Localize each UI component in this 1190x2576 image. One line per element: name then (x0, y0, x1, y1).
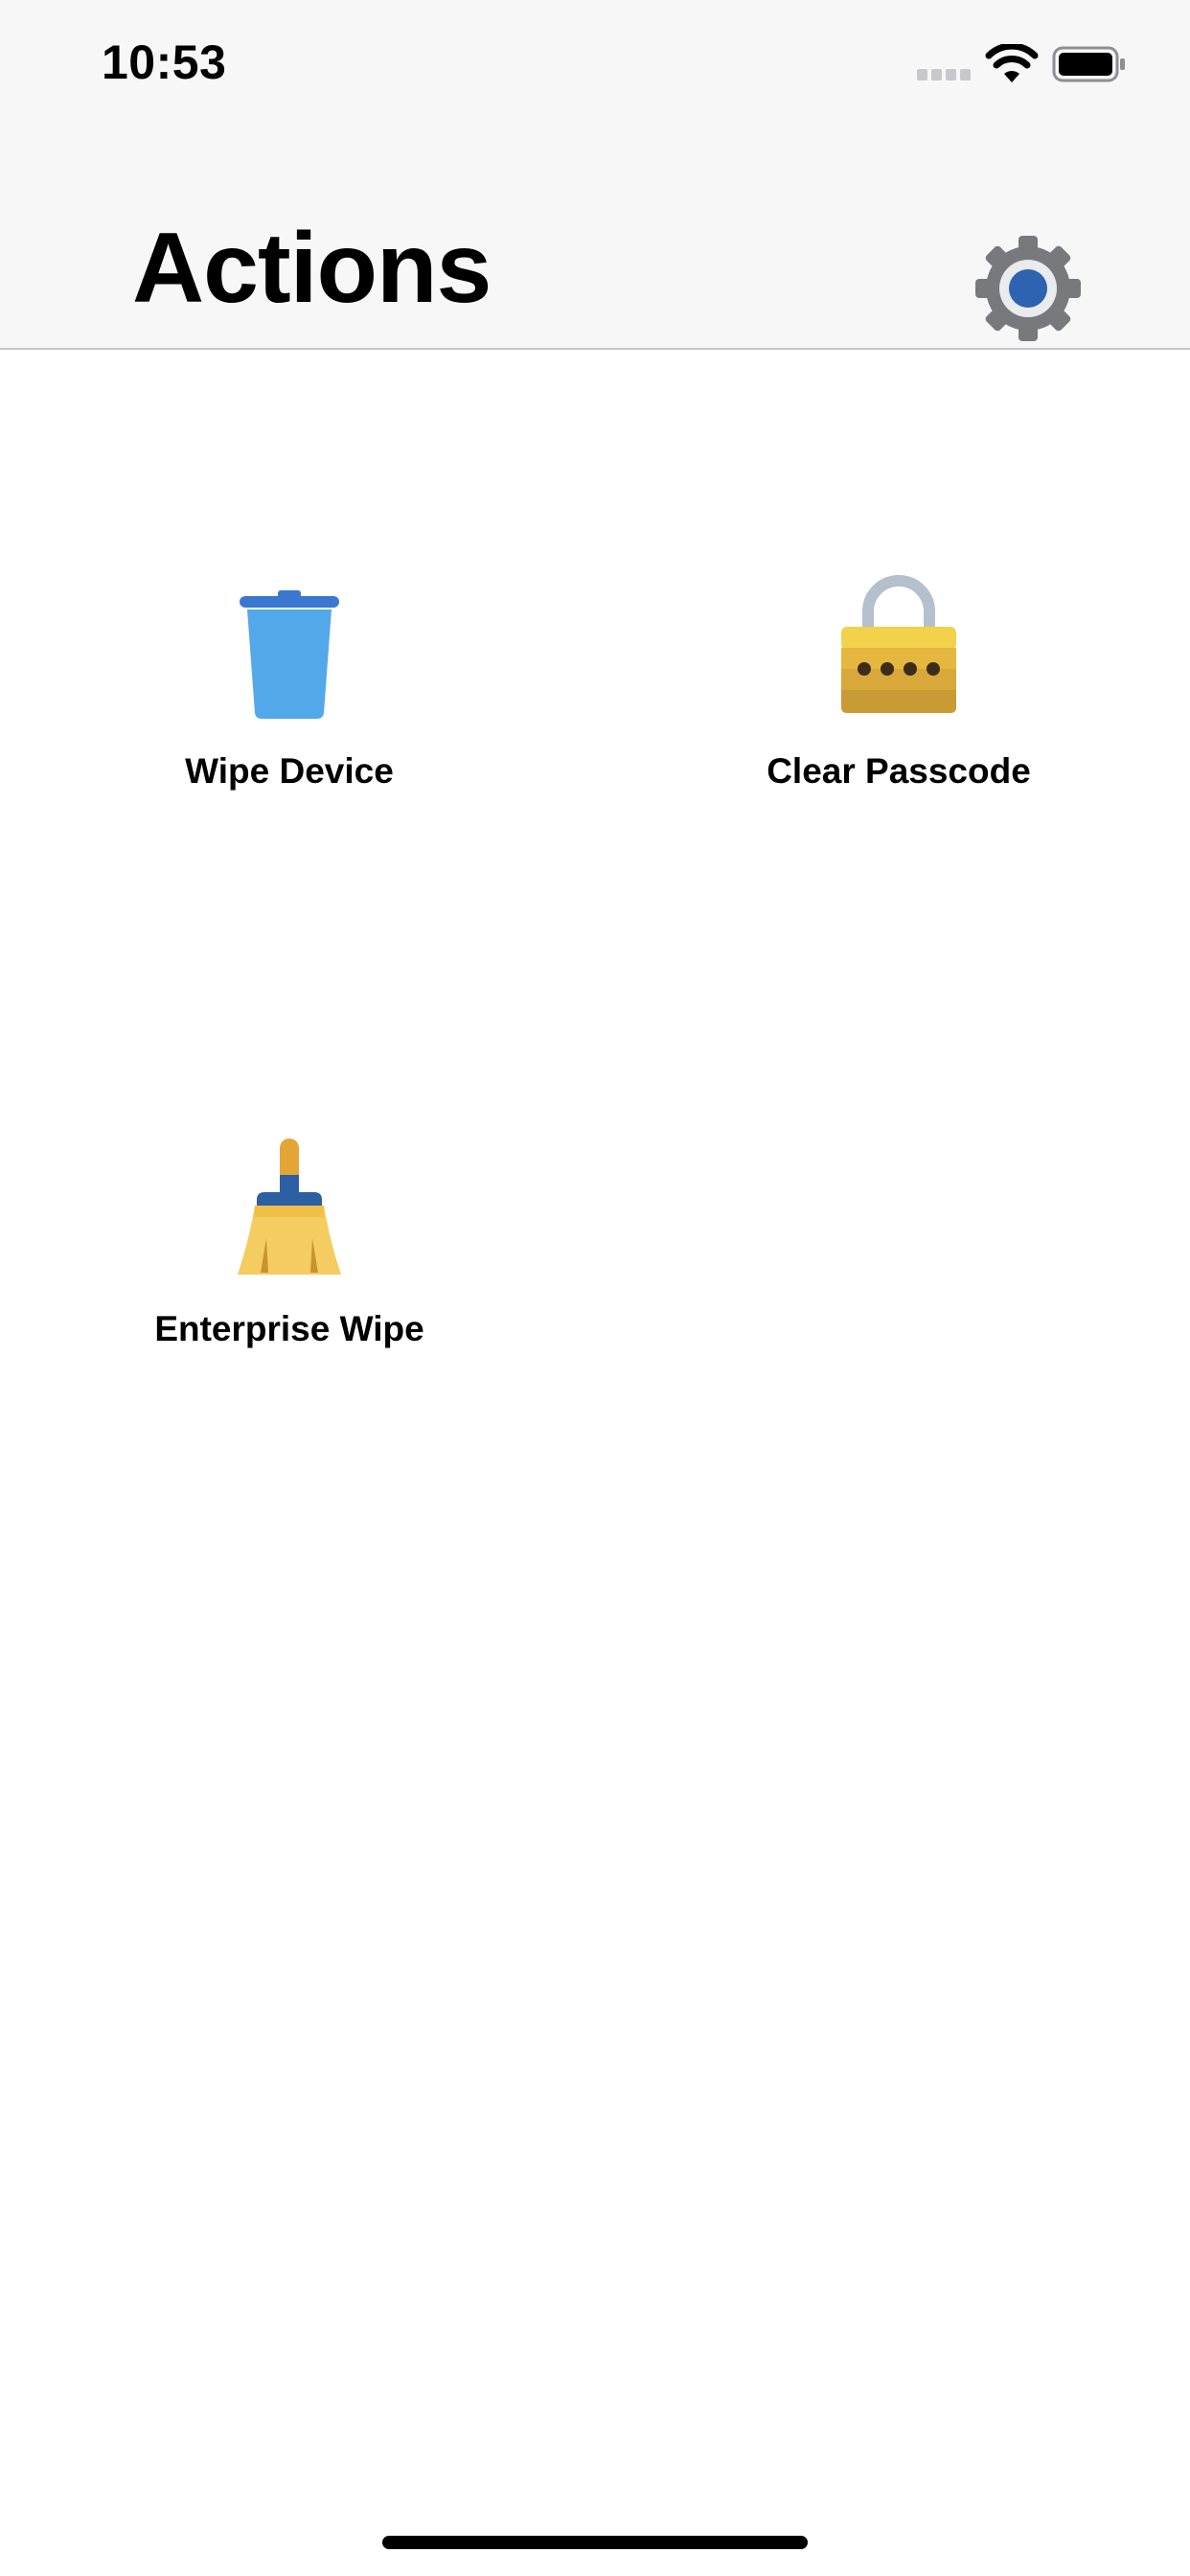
enterprise-wipe-button[interactable]: Enterprise Wipe (88, 1125, 491, 1413)
wipe-device-label: Wipe Device (185, 751, 394, 791)
status-bar-time: 10:53 (102, 35, 227, 89)
cellular-signal-icon (917, 69, 971, 80)
navigation-header: 10:53 Actions (0, 0, 1190, 350)
clear-passcode-button[interactable]: Clear Passcode (698, 567, 1100, 855)
broom-icon (238, 1138, 341, 1275)
trash-can-icon (240, 590, 339, 719)
battery-icon (1052, 46, 1125, 82)
page-title: Actions (132, 213, 492, 324)
gear-icon[interactable] (972, 232, 1085, 345)
enterprise-wipe-label: Enterprise Wipe (154, 1309, 424, 1348)
clear-passcode-label: Clear Passcode (767, 751, 1031, 791)
wipe-device-button[interactable]: Wipe Device (88, 567, 491, 855)
home-indicator[interactable] (382, 2536, 808, 2549)
wifi-icon (985, 44, 1039, 82)
padlock-icon (841, 575, 956, 713)
